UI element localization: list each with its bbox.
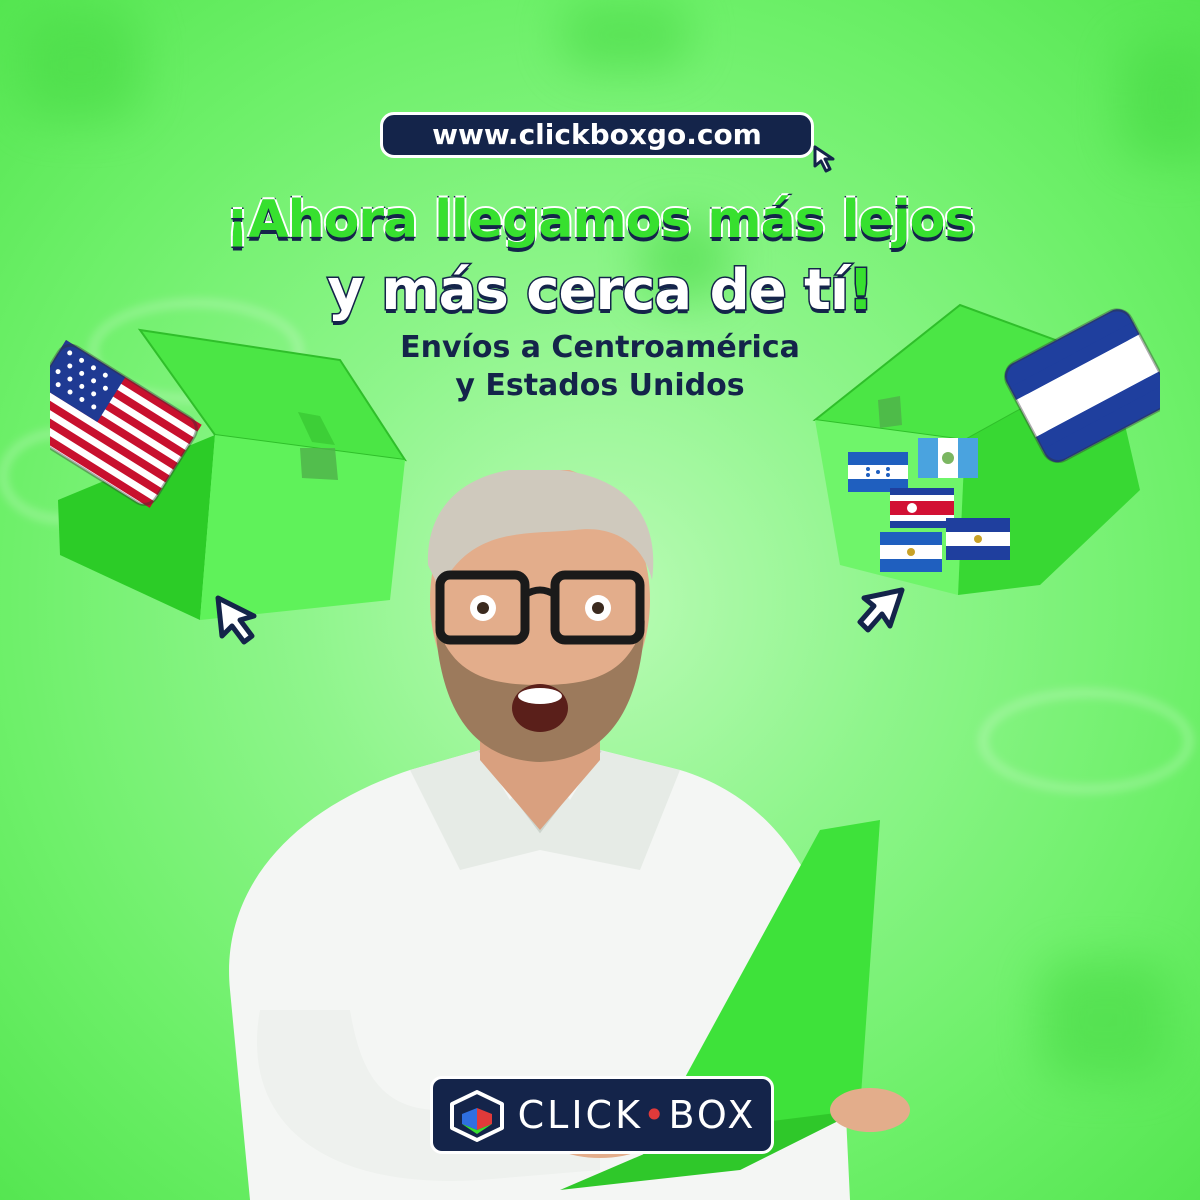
clickbox-logo-icon bbox=[449, 1090, 504, 1142]
background-blurred-box bbox=[560, 0, 690, 70]
brand-name-part-1: CLICK bbox=[517, 1093, 644, 1137]
background-smoke bbox=[980, 690, 1192, 792]
headline-line-1: ¡Ahora llegamos más lejos bbox=[224, 189, 977, 252]
background-blurred-box bbox=[1120, 40, 1200, 160]
el-salvador-small-flag-icon bbox=[946, 518, 1010, 560]
background-blurred-box bbox=[20, 10, 140, 120]
headline-line-2-main: y más cerca de tí bbox=[326, 257, 851, 325]
clickbox-logo-pill[interactable]: CLICK•BOX bbox=[430, 1076, 774, 1154]
brand-name-part-2: BOX bbox=[668, 1093, 757, 1137]
background-blurred-box bbox=[1040, 960, 1170, 1080]
brand-separator: • bbox=[643, 1093, 669, 1137]
website-url-pill[interactable]: www.clickboxgo.com bbox=[380, 112, 814, 158]
cursor-arrow-icon bbox=[813, 145, 835, 173]
ad-canvas: www.clickboxgo.com ¡Ahora llegamos más l… bbox=[0, 0, 1200, 1200]
brand-name: CLICK•BOX bbox=[518, 1093, 757, 1137]
